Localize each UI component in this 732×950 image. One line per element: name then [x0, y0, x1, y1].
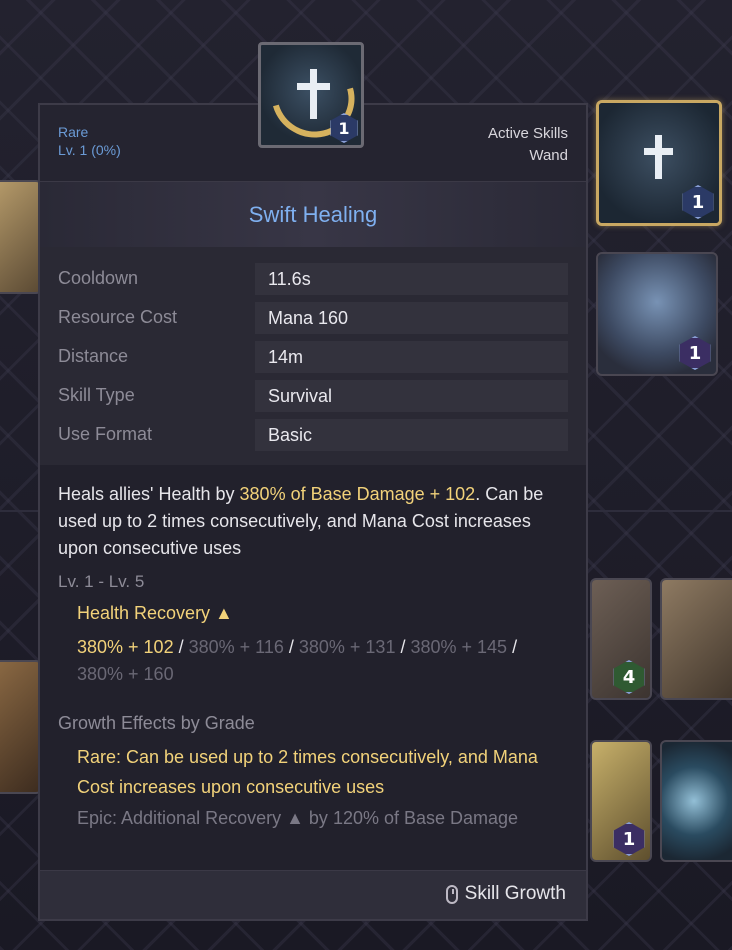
description-text: Heals allies' Health by: [58, 484, 240, 504]
skill-tile-crescent-moon[interactable]: [660, 740, 732, 862]
skill-tile-angel-wings[interactable]: 1: [596, 252, 718, 376]
title-band: Swift Healing: [40, 181, 586, 249]
stats-panel: Cooldown 11.6s Resource Cost Mana 160 Di…: [40, 247, 586, 465]
stat-value: 11.6s: [255, 263, 568, 295]
cross-icon: [310, 69, 317, 119]
skill-title: Swift Healing: [248, 202, 378, 227]
grade-label: Rare: [58, 124, 89, 140]
skill-tile-chain[interactable]: 4: [590, 578, 652, 700]
stat-label: Distance: [58, 346, 129, 366]
skill-growth-label: Skill Growth: [464, 883, 566, 904]
skill-tile-arrows[interactable]: [660, 578, 732, 700]
stat-row-resource-cost: Resource Cost Mana 160: [58, 302, 568, 334]
stat-row-use-format: Use Format Basic: [58, 419, 568, 451]
stat-value: Survival: [255, 380, 568, 412]
bg-tile-left-bottom[interactable]: [0, 660, 42, 794]
stat-row-cooldown: Cooldown 11.6s: [58, 263, 568, 295]
growth-epic: Epic: Additional Recovery ▲ by 120% of B…: [77, 808, 519, 828]
category-info: Active Skills Wand: [488, 123, 568, 167]
recovery-label: Health Recovery ▲: [77, 603, 233, 623]
weapon-label: Wand: [529, 147, 568, 164]
growth-rare: Rare: Can be used up to 2 times consecut…: [77, 747, 538, 797]
cross-icon-bar: [297, 83, 330, 90]
recovery-value: 380% + 131: [298, 637, 396, 657]
separator: /: [507, 637, 518, 657]
stat-row-skill-type: Skill Type Survival: [58, 380, 568, 412]
barrel-art: [0, 662, 40, 792]
parchment-art: [0, 182, 40, 292]
separator: /: [283, 637, 299, 657]
stat-row-distance: Distance 14m: [58, 341, 568, 373]
recovery-value-current: 380% + 102: [77, 637, 174, 657]
recovery-value: 380% + 116: [188, 637, 284, 657]
level-label: Lv. 1 (0%): [58, 142, 121, 158]
grade-info: Rare Lv. 1 (0%): [58, 123, 121, 159]
stat-label: Cooldown: [58, 268, 139, 288]
stat-value: 14m: [255, 341, 568, 373]
skill-growth-button[interactable]: Skill Growth: [40, 870, 586, 919]
level-range: Lv. 1 - Lv. 5: [58, 572, 145, 591]
arrows-art: [662, 580, 732, 698]
separator: /: [173, 637, 189, 657]
skill-icon: 1: [256, 41, 370, 153]
recovery-value: 380% + 145: [410, 637, 508, 657]
stat-value: Basic: [255, 419, 568, 451]
recovery-values: 380% + 102 / 380% + 116 / 380% + 131 / 3…: [77, 634, 567, 688]
stat-value: Mana 160: [255, 302, 568, 334]
skill-tile-golden[interactable]: 1: [590, 740, 652, 862]
stat-label: Skill Type: [58, 385, 135, 405]
skill-tile-swift-healing[interactable]: 1: [596, 100, 722, 226]
stat-label: Use Format: [58, 424, 153, 444]
category-label: Active Skills: [487, 125, 568, 142]
stat-label: Resource Cost: [58, 307, 178, 327]
skill-tooltip: Rare Lv. 1 (0%) Active Skills Wand Swift…: [38, 103, 588, 921]
separator: /: [395, 637, 411, 657]
skill-description: Heals allies' Health by 380% of Base Dam…: [58, 481, 568, 562]
mouse-icon: [446, 885, 458, 904]
description-highlight: 380% of Base Damage + 102: [239, 484, 476, 504]
crescent-moon-art: [662, 742, 732, 860]
recovery-value: 380% + 160: [77, 664, 174, 684]
growth-label: Growth Effects by Grade: [58, 713, 255, 733]
bg-tile-left-top[interactable]: [0, 180, 42, 294]
